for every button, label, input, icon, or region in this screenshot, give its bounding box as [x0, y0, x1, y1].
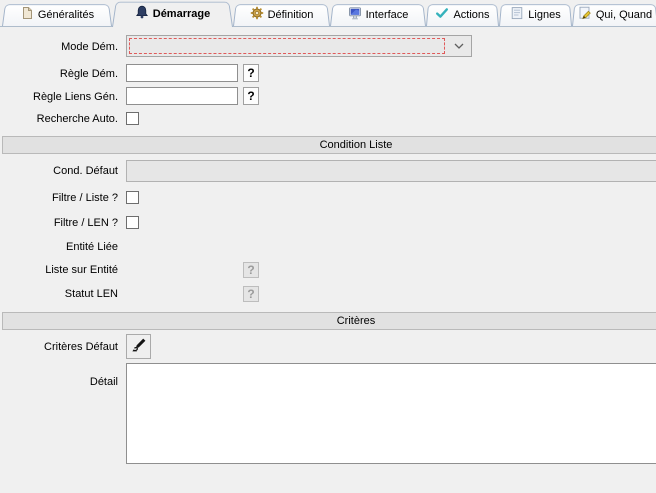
tabbar-bottom-border: [0, 26, 656, 27]
cond-defaut-input: [126, 160, 656, 182]
mode-dem-label: Mode Dém.: [0, 40, 118, 54]
tab-lignes[interactable]: Lignes: [499, 3, 572, 26]
chevron-down-icon[interactable]: [449, 38, 469, 54]
page-icon: [20, 6, 34, 23]
regle-liens-gen-input[interactable]: [126, 87, 238, 105]
recherche-auto-label: Recherche Auto.: [0, 112, 118, 126]
tab-label: Généralités: [38, 9, 94, 21]
entite-liee-label: Entité Liée: [0, 240, 118, 254]
lines-doc-icon: [510, 6, 524, 23]
detail-textarea[interactable]: [126, 363, 656, 464]
liste-sur-entite-help-button: ?: [243, 262, 259, 278]
criteres-defaut-label: Critères Défaut: [0, 340, 118, 354]
tab-interface[interactable]: Interface: [330, 3, 426, 26]
tab-definition[interactable]: Définition: [233, 3, 330, 26]
section-header-criteres: Critères: [2, 312, 656, 330]
tab-qui-quand[interactable]: Qui, Quand: [572, 3, 656, 26]
pencil-doc-icon: [578, 6, 592, 23]
tab-demarrage[interactable]: Démarrage: [112, 0, 233, 27]
signature-pen-icon: [131, 337, 147, 356]
detail-label: Détail: [0, 375, 118, 389]
mode-dem-select[interactable]: [126, 35, 472, 57]
checkmark-icon: [435, 6, 449, 23]
tab-label: Actions: [453, 9, 489, 21]
tab-actions[interactable]: Actions: [426, 3, 499, 26]
regle-dem-input[interactable]: [126, 64, 238, 82]
filtre-liste-label: Filtre / Liste ?: [0, 191, 118, 205]
tab-label: Démarrage: [153, 8, 210, 20]
tab-label: Définition: [268, 9, 314, 21]
tab-label: Qui, Quand: [596, 9, 652, 21]
bell-icon: [135, 5, 149, 22]
demarrage-settings-panel: Généralités Démarrage Définition Interfa…: [0, 0, 656, 493]
statut-len-help-button: ?: [243, 286, 259, 302]
required-field-marker: [129, 38, 445, 54]
regle-dem-label: Règle Dém.: [0, 67, 118, 81]
filtre-liste-checkbox[interactable]: [126, 191, 139, 204]
recherche-auto-checkbox[interactable]: [126, 112, 139, 125]
regle-liens-gen-help-button[interactable]: ?: [243, 87, 259, 105]
section-title: Critères: [337, 315, 376, 327]
gear-icon: [250, 6, 264, 23]
tab-label: Interface: [366, 9, 409, 21]
liste-sur-entite-label: Liste sur Entité: [0, 263, 118, 277]
filtre-len-checkbox[interactable]: [126, 216, 139, 229]
regle-liens-gen-label: Règle Liens Gén.: [0, 90, 118, 104]
cond-defaut-label: Cond. Défaut: [0, 164, 118, 178]
tab-label: Lignes: [528, 9, 560, 21]
monitor-icon: [348, 6, 362, 23]
regle-dem-help-button[interactable]: ?: [243, 64, 259, 82]
criteres-defaut-edit-button[interactable]: [126, 334, 151, 359]
section-title: Condition Liste: [320, 139, 393, 151]
tab-generalites[interactable]: Généralités: [2, 3, 112, 26]
filtre-len-label: Filtre / LEN ?: [0, 216, 118, 230]
section-header-condition-liste: Condition Liste: [2, 136, 656, 154]
statut-len-label: Statut LEN: [0, 287, 118, 301]
